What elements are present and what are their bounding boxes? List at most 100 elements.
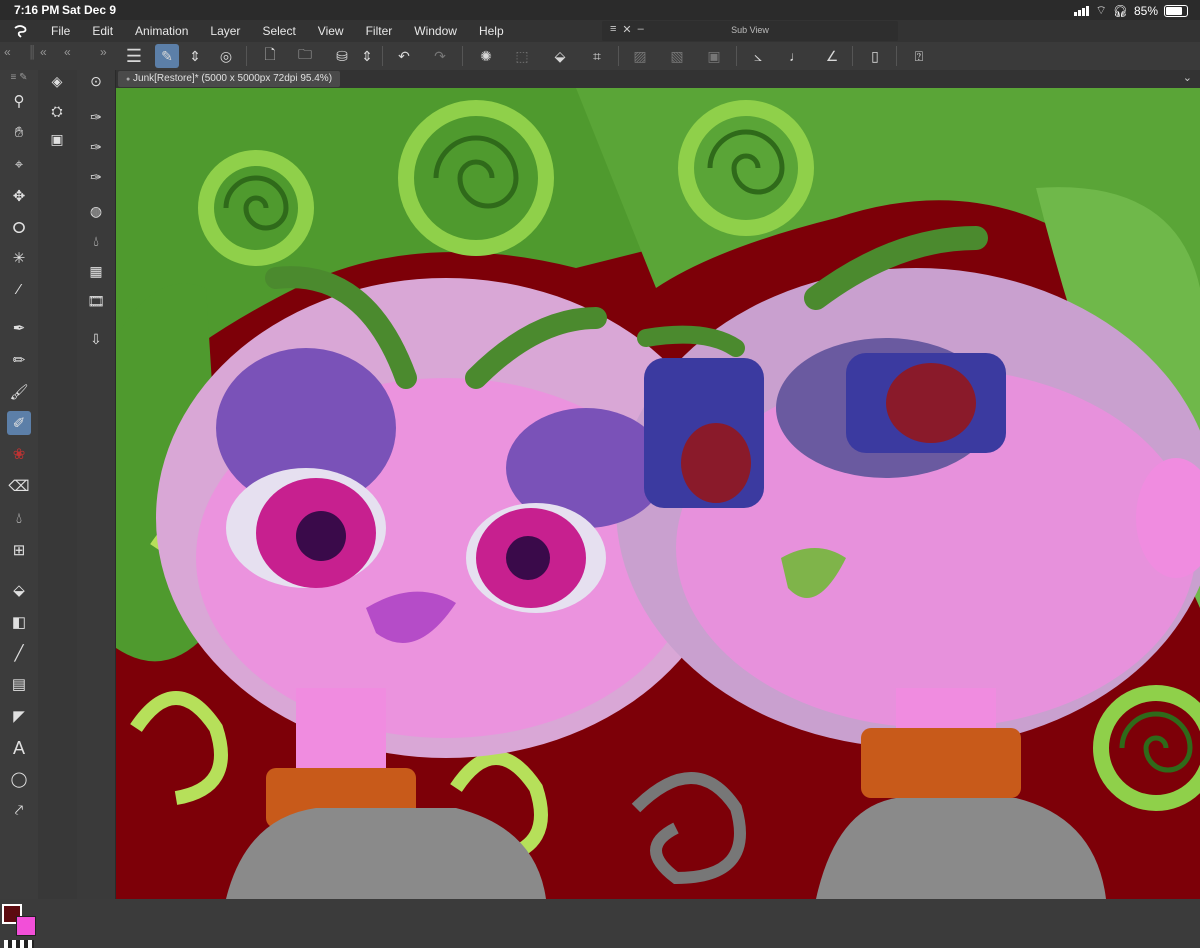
brush-settings-icon[interactable]: ✑ xyxy=(84,106,108,128)
battery-icon xyxy=(1164,4,1188,17)
collapse-left-icon[interactable]: « xyxy=(4,45,11,59)
signal-icon xyxy=(1074,5,1090,16)
selection-icon[interactable]: ⬚ xyxy=(510,44,534,68)
brush-tool-icon[interactable]: 🖌︎ xyxy=(7,380,31,404)
save-icon[interactable]: ⛁ xyxy=(330,44,354,68)
battery-percent: 85% xyxy=(1133,3,1158,18)
brush-icon[interactable]: ♩ xyxy=(784,44,808,68)
move-icon[interactable]: ✥ xyxy=(7,184,31,208)
loading-icon[interactable]: ✺ xyxy=(474,44,498,68)
eyedropper-icon[interactable]: ⁄ xyxy=(7,277,31,301)
brush-size-icon[interactable]: ✑ xyxy=(84,166,108,188)
eraser-icon[interactable]: ⌫ xyxy=(7,474,31,498)
chevron-updown-icon[interactable]: ⇕ xyxy=(360,44,374,68)
smartphone-icon[interactable]: ▯ xyxy=(863,44,887,68)
pen-line-icon[interactable]: ∠ xyxy=(820,44,844,68)
pen-icon[interactable]: ✒ xyxy=(7,316,31,340)
sub-view-window[interactable]: ≡ ✕ – Sub View xyxy=(602,21,898,41)
ruler-pen-icon[interactable]: ⦣ xyxy=(746,44,770,68)
line-icon[interactable]: ╱ xyxy=(7,641,31,665)
sub-palette-left: ◈ ⛭ ▣ xyxy=(38,70,78,899)
navigator-icon[interactable]: ▣ xyxy=(45,128,69,150)
menu-file[interactable]: File xyxy=(40,20,81,42)
transparent-color-chip[interactable] xyxy=(4,940,34,948)
balloon-icon[interactable]: ◯ xyxy=(7,767,31,791)
menu-animation[interactable]: Animation xyxy=(124,20,199,42)
lasso-selection-icon[interactable]: ⵔ xyxy=(7,216,31,240)
menu-view[interactable]: View xyxy=(307,20,355,42)
canvas[interactable] xyxy=(116,88,1200,899)
menu-bar: File Edit Animation Layer Select View Fi… xyxy=(0,20,1200,42)
mesh-icon[interactable]: ⊞ xyxy=(7,538,31,562)
clear-outside-icon[interactable]: ▧ xyxy=(665,44,689,68)
document-tab-label: Junk[Restore]* (5000 x 5000px 72dpi 95.4… xyxy=(133,73,333,84)
sub-palette-right: ⊙ ✑ ✑ ✑ ◍ 💧︎ ▦ 🎞︎ ⇩ xyxy=(77,70,116,899)
clear-icon[interactable]: ▨ xyxy=(628,44,652,68)
fill-selection-icon[interactable]: ▣ xyxy=(702,44,726,68)
search-layer-icon[interactable]: ⊙ xyxy=(84,70,108,92)
correct-line-icon[interactable]: ⤤ xyxy=(7,798,31,822)
tool-palette: ≡ ✎ ⚲ ✋︎ ⌖ ✥ ⵔ ✳ ⁄ ✒ ✏ 🖌︎ ✐ ❀ ⌫ 💧︎ ⊞ ⬙ ◧… xyxy=(0,70,39,948)
status-bar: 7:16 PM Sat Dec 9 ⌔ 🎧︎ 85% xyxy=(0,0,1200,20)
operation-icon[interactable]: ⌖ xyxy=(7,152,31,176)
layer-property-icon[interactable]: ⛭ xyxy=(45,100,69,122)
collapse-right-icon[interactable]: » xyxy=(100,45,107,59)
ruler-icon[interactable]: ◤ xyxy=(7,704,31,728)
crop-icon[interactable]: ⌗ xyxy=(585,44,609,68)
menu-icon[interactable]: ☰ xyxy=(122,44,146,68)
gradient-icon[interactable]: ◧ xyxy=(7,610,31,634)
zoom-icon[interactable]: ⚲ xyxy=(7,89,31,113)
color-set-icon[interactable]: 💧︎ xyxy=(84,230,108,252)
redo-icon[interactable]: ↷ xyxy=(428,44,452,68)
menu-help[interactable]: Help xyxy=(468,20,515,42)
layers-icon[interactable]: ◈ xyxy=(45,70,69,92)
collapse-left-icon[interactable]: « xyxy=(40,45,47,59)
help-icon[interactable]: ⍰ xyxy=(907,44,931,68)
drag-handle-icon[interactable]: ║ xyxy=(28,45,37,59)
material-icon[interactable]: ▦ xyxy=(84,260,108,282)
timeline-icon[interactable]: 🎞︎ xyxy=(84,290,108,312)
menu-layer[interactable]: Layer xyxy=(199,20,251,42)
document-tab[interactable]: ● Junk[Restore]* (5000 x 5000px 72dpi 95… xyxy=(118,71,341,87)
auto-select-icon[interactable]: ✳ xyxy=(7,246,31,270)
hand-icon[interactable]: ✋︎ xyxy=(7,120,31,144)
separator xyxy=(618,46,619,66)
modify-icon[interactable]: ✎ xyxy=(155,44,179,68)
blend-icon[interactable]: 💧︎ xyxy=(7,506,31,530)
menu-select[interactable]: Select xyxy=(251,20,306,42)
color-wheel-icon[interactable]: ◍ xyxy=(84,200,108,222)
separator xyxy=(736,46,737,66)
date: Sat Dec 9 xyxy=(62,3,117,17)
separator xyxy=(462,46,463,66)
chevron-down-icon[interactable]: ⌄ xyxy=(1183,71,1192,84)
status-indicators: ⌔ 🎧︎ 85% xyxy=(1074,3,1188,18)
layer-transform-icon[interactable]: ◎ xyxy=(214,44,238,68)
text-icon[interactable]: A xyxy=(7,736,31,760)
separator xyxy=(896,46,897,66)
sub-view-title: Sub View xyxy=(731,25,769,35)
clock: 7:16 PM xyxy=(14,3,60,17)
chevron-updown-icon[interactable]: ⇕ xyxy=(188,44,202,68)
menu-filter[interactable]: Filter xyxy=(355,20,404,42)
collapse-left-icon[interactable]: « xyxy=(64,45,71,59)
fill-tool-icon[interactable]: ⬙ xyxy=(7,578,31,602)
open-folder-icon[interactable]: 🗀︎ xyxy=(293,44,317,68)
fill-icon[interactable]: ⬙ xyxy=(548,44,572,68)
separator xyxy=(382,46,383,66)
palette-menu-icon[interactable]: ≡ ✎ xyxy=(7,70,31,84)
new-file-icon[interactable]: 🗋︎ xyxy=(258,44,282,68)
app-logo-icon[interactable] xyxy=(0,20,40,42)
export-icon[interactable]: ⇩ xyxy=(84,328,108,350)
headphones-icon: 🎧︎ xyxy=(1112,3,1128,18)
undo-icon[interactable]: ↶ xyxy=(392,44,416,68)
pencil-icon[interactable]: ✏ xyxy=(7,348,31,372)
menu-edit[interactable]: Edit xyxy=(81,20,124,42)
sub-color-chip[interactable] xyxy=(16,916,36,936)
command-bar: « ║ « « » ☰ ✎ ⇕ ◎ 🗋︎ 🗀︎ ⛁ ⇕ ↶ ↷ ✺ ⬚ ⬙ ⌗ … xyxy=(0,42,1200,71)
separator xyxy=(246,46,247,66)
frame-icon[interactable]: ▤ xyxy=(7,672,31,696)
decoration-icon[interactable]: ❀ xyxy=(7,442,31,466)
brush-gear-icon[interactable]: ✑ xyxy=(84,136,108,158)
menu-window[interactable]: Window xyxy=(403,20,468,42)
airbrush-icon[interactable]: ✐ xyxy=(7,411,31,435)
